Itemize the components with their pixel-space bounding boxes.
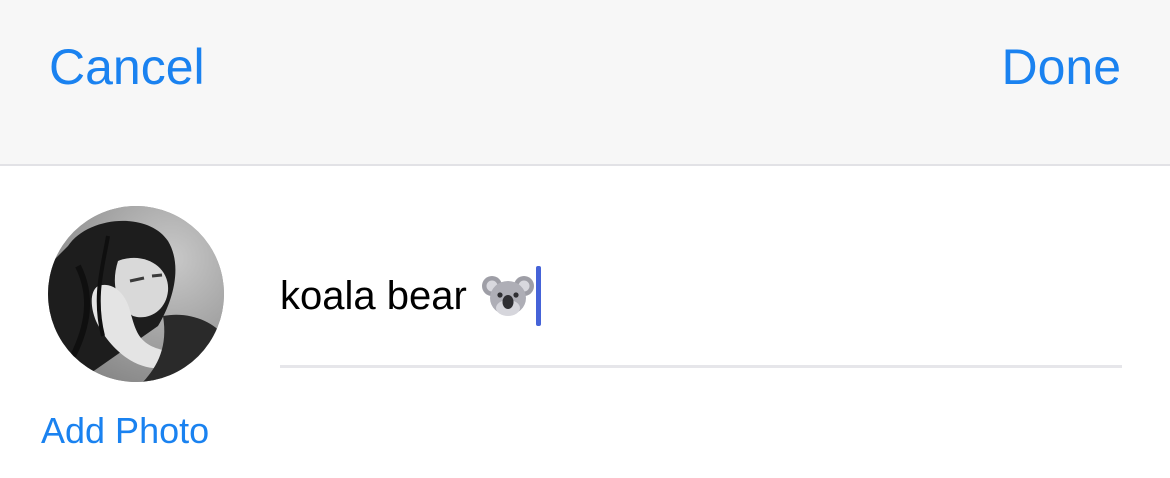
text-cursor bbox=[535, 266, 541, 326]
profile-photo-icon bbox=[48, 206, 224, 382]
name-input-row[interactable]: koala bear bbox=[280, 266, 541, 326]
cancel-button[interactable]: Cancel bbox=[49, 38, 205, 96]
name-field[interactable]: koala bear bbox=[280, 258, 1122, 368]
navigation-bar: Cancel Done bbox=[0, 0, 1170, 166]
name-input-value[interactable]: koala bear bbox=[280, 272, 478, 320]
add-photo-button[interactable]: Add Photo bbox=[41, 410, 209, 452]
done-button[interactable]: Done bbox=[1001, 38, 1121, 96]
koala-emoji-icon bbox=[481, 270, 534, 322]
profile-edit-section: Add Photo koala bear bbox=[0, 168, 1170, 478]
avatar[interactable] bbox=[48, 206, 224, 382]
